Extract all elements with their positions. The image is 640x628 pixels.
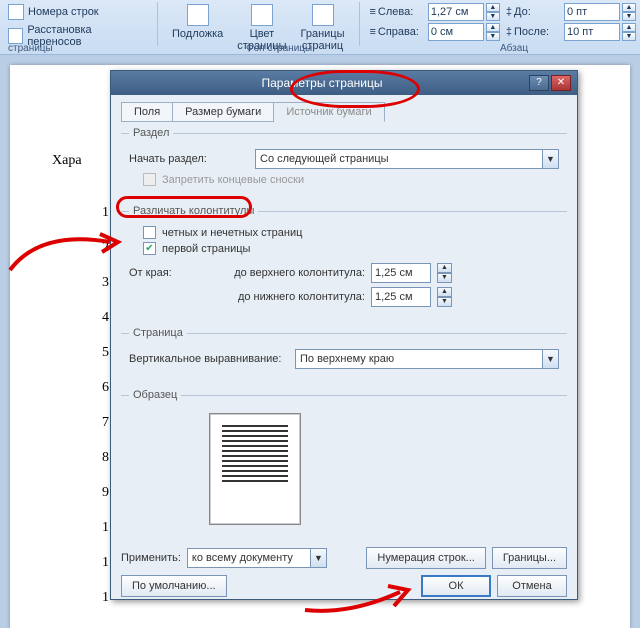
valign-combo[interactable]: По верхнему краю ▼ [295, 349, 559, 369]
indent-icon: ≡ [369, 26, 375, 38]
section-start-combo[interactable]: Со следующей страницы ▼ [255, 149, 559, 169]
borders-button[interactable]: Границы... [492, 547, 567, 569]
spacing-before-label: До: [514, 6, 562, 18]
ok-button[interactable]: ОК [421, 575, 491, 597]
headers-footers-group: Различать колонтитулы четных и нечетных … [121, 205, 567, 319]
indent-right-label: Справа: [378, 26, 426, 38]
footer-distance-input[interactable]: 1,25 см [371, 287, 431, 307]
doc-line-num: 5 [102, 345, 109, 361]
doc-line-num: 1 [102, 520, 109, 536]
footer-distance-label: до нижнего колонтитула: [225, 291, 365, 303]
watermark-icon [187, 4, 209, 26]
ribbon-separator [157, 2, 158, 46]
indent-right-input[interactable]: 0 см [428, 23, 484, 41]
group-page-setup-label: страницы [8, 43, 53, 54]
dialog-title: Параметры страницы [117, 76, 527, 90]
doc-line-num: 1 [102, 555, 109, 571]
doc-line-num: 4 [102, 310, 109, 326]
page-group: Страница Вертикальное выравнивание: По в… [121, 327, 567, 381]
ribbon-separator [359, 2, 360, 46]
doc-line-num: 1 [102, 590, 109, 606]
odd-even-checkbox[interactable] [143, 226, 156, 239]
first-page-checkbox[interactable]: ✔ [143, 242, 156, 255]
valign-value: По верхнему краю [300, 353, 394, 365]
line-numbers-button[interactable]: Нумерация строк... [366, 547, 485, 569]
default-button[interactable]: По умолчанию... [121, 575, 227, 597]
line-numbers-button[interactable]: Номера строк [4, 2, 147, 22]
section-legend: Раздел [129, 127, 173, 139]
page-legend: Страница [129, 327, 187, 339]
group-paragraph-label: Абзац [500, 43, 528, 54]
doc-line-num: 9 [102, 485, 109, 501]
doc-line-num: 2 [102, 240, 109, 256]
page-setup-dialog: Параметры страницы ? ✕ Поля Размер бумаг… [110, 70, 578, 600]
preview-legend: Образец [129, 389, 181, 401]
preview-group: Образец [121, 389, 567, 539]
first-page-label: первой страницы [162, 243, 250, 255]
apply-to-label: Применить: [121, 552, 181, 564]
from-edge-label: От края: [129, 267, 219, 279]
spacing-after-label: После: [514, 26, 562, 38]
spacing-before-spinner[interactable]: ▲▼ [622, 3, 636, 21]
header-distance-label: до верхнего колонтитула: [225, 267, 365, 279]
line-numbers-icon [8, 4, 24, 20]
chevron-down-icon: ▼ [542, 350, 558, 368]
tab-layout[interactable]: Источник бумаги [274, 102, 384, 122]
spacing-after-input[interactable]: 10 пт [564, 23, 620, 41]
headers-footers-legend: Различать колонтитулы [129, 205, 258, 217]
indent-icon: ≡ [369, 6, 375, 18]
dialog-titlebar[interactable]: Параметры страницы ? ✕ [111, 71, 577, 95]
chevron-down-icon: ▼ [542, 150, 558, 168]
indent-left-input[interactable]: 1,27 см [428, 3, 484, 21]
indent-right-spinner[interactable]: ▲▼ [486, 23, 500, 41]
page-color-icon [251, 4, 273, 26]
section-group: Раздел Начать раздел: Со следующей стран… [121, 127, 567, 197]
group-page-background-label: Фон страницы [246, 43, 312, 54]
page-preview [209, 413, 301, 525]
watermark-label: Подложка [172, 28, 223, 40]
header-distance-input[interactable]: 1,25 см [371, 263, 431, 283]
spacing-before-input[interactable]: 0 пт [564, 3, 620, 21]
help-button[interactable]: ? [529, 75, 549, 91]
footer-distance-spinner[interactable]: ▲▼ [437, 287, 452, 307]
apply-to-value: ко всему документу [192, 552, 293, 564]
dialog-tabs: Поля Размер бумаги Источник бумаги [121, 101, 567, 121]
cancel-button[interactable]: Отмена [497, 575, 567, 597]
section-start-label: Начать раздел: [129, 153, 249, 165]
doc-line-num: 1 [102, 205, 109, 221]
header-distance-spinner[interactable]: ▲▼ [437, 263, 452, 283]
line-numbers-label: Номера строк [28, 6, 99, 18]
spacing-icon: ‡ [506, 26, 512, 38]
doc-text: Хара [52, 153, 82, 169]
close-button[interactable]: ✕ [551, 75, 571, 91]
suppress-endnotes-label: Запретить концевые сноски [162, 174, 304, 186]
doc-line-num: 6 [102, 380, 109, 396]
indent-left-spinner[interactable]: ▲▼ [486, 3, 500, 21]
doc-line-num: 3 [102, 275, 109, 291]
ribbon: Номера строк Расстановка переносов Подло… [0, 0, 640, 55]
tab-paper[interactable]: Размер бумаги [173, 102, 274, 122]
apply-to-combo[interactable]: ко всему документу ▼ [187, 548, 327, 568]
page-borders-icon [312, 4, 334, 26]
hyphenation-icon [8, 28, 23, 44]
spacing-after-spinner[interactable]: ▲▼ [622, 23, 636, 41]
doc-line-num: 8 [102, 450, 109, 466]
valign-label: Вертикальное выравнивание: [129, 353, 289, 365]
doc-line-num: 7 [102, 415, 109, 431]
tab-margins[interactable]: Поля [121, 102, 173, 122]
spacing-icon: ‡ [506, 6, 512, 18]
odd-even-label: четных и нечетных страниц [162, 227, 302, 239]
suppress-endnotes-checkbox [143, 173, 156, 186]
section-start-value: Со следующей страницы [260, 153, 389, 165]
chevron-down-icon: ▼ [310, 549, 326, 567]
watermark-button[interactable]: Подложка [168, 2, 227, 42]
indent-left-label: Слева: [378, 6, 426, 18]
